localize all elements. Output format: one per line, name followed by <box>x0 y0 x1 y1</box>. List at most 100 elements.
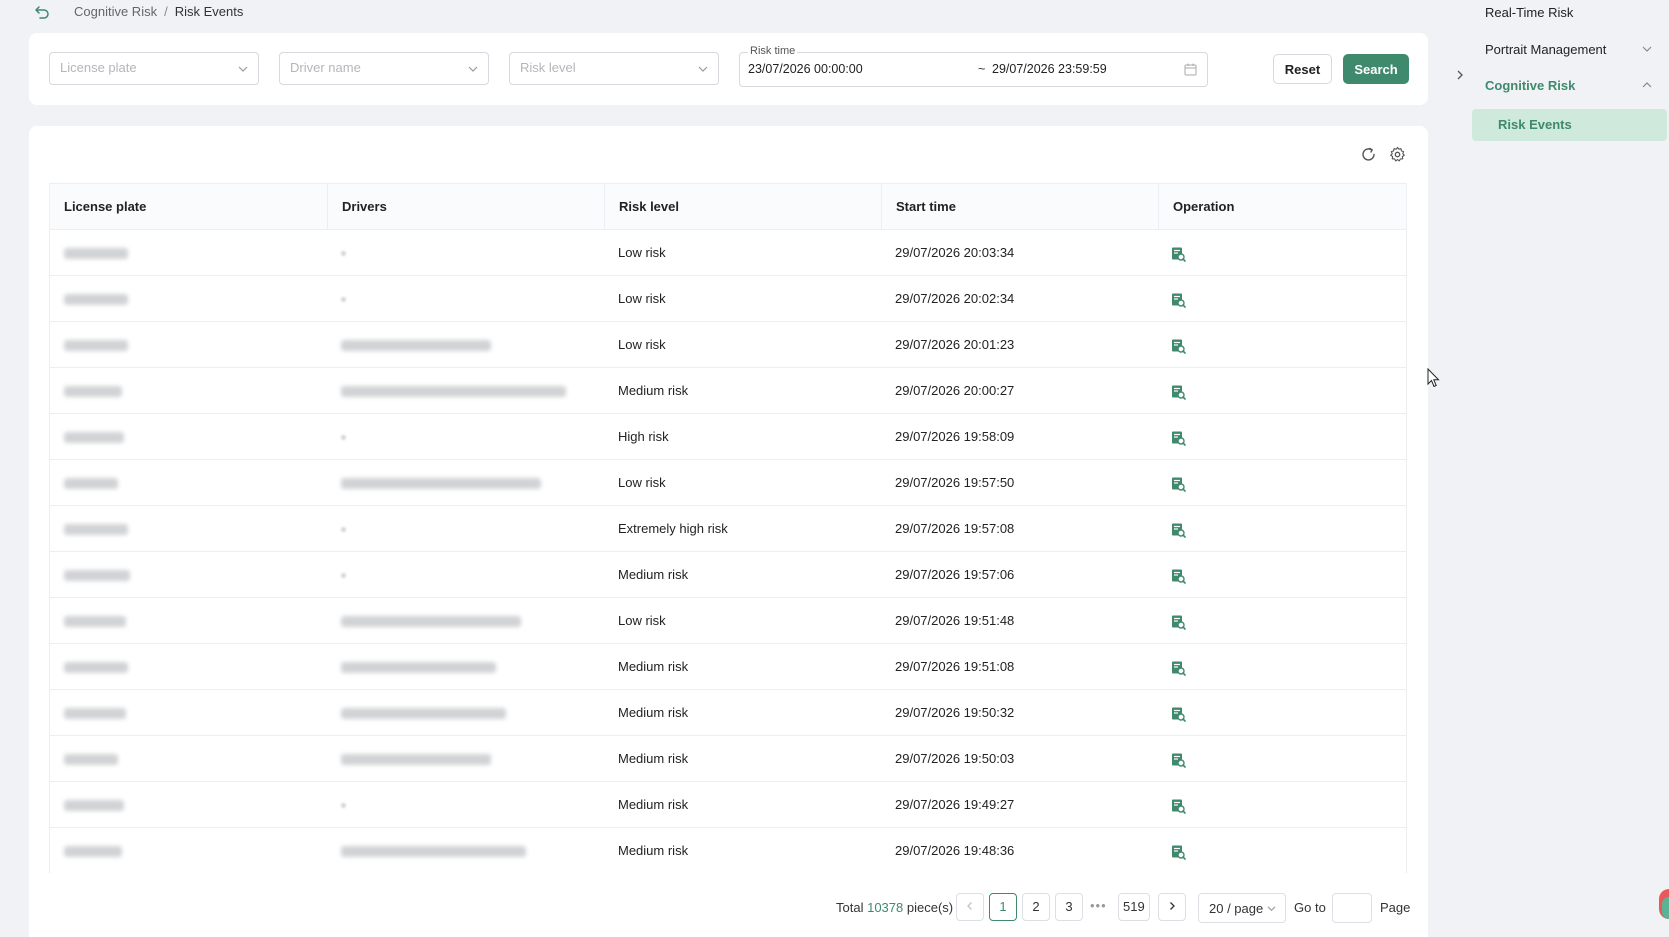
sidebar-item-risk-events[interactable]: Risk Events <box>1472 109 1667 141</box>
cell-operation <box>1158 736 1406 782</box>
sidebar-item-real-time-risk[interactable]: Real-Time Risk <box>1485 5 1573 20</box>
calendar-icon <box>1184 63 1197 76</box>
chevron-left-icon <box>967 902 972 910</box>
cell-license-plate <box>50 828 327 873</box>
pagination-ellipsis[interactable]: ••• <box>1090 898 1107 913</box>
redacted-driver-name <box>341 386 566 398</box>
view-report-icon[interactable] <box>1170 430 1186 446</box>
mouse-cursor-icon <box>1427 368 1440 388</box>
cell-start-time: 29/07/2026 19:49:27 <box>895 797 1015 812</box>
chevron-down-icon <box>1267 906 1276 912</box>
column-header-start-time: Start time <box>881 184 1158 230</box>
prev-page-button[interactable] <box>956 893 984 921</box>
risk-level-select[interactable]: Risk level <box>509 52 719 85</box>
view-report-icon[interactable] <box>1170 844 1186 860</box>
page-label: Page <box>1380 900 1411 915</box>
cell-risk-level: Medium risk <box>618 797 689 812</box>
sidebar-item-portrait-management[interactable]: Portrait Management <box>1485 42 1606 57</box>
driver-name-select[interactable]: Driver name <box>279 52 489 85</box>
cell-risk-level: Low risk <box>618 245 666 260</box>
cell-risk-level: High risk <box>618 429 669 444</box>
cell-license-plate <box>50 230 327 276</box>
gear-icon[interactable] <box>1389 146 1406 163</box>
cell-risk-level: Extremely high risk <box>618 521 728 536</box>
redacted-license-plate <box>64 662 128 674</box>
cell-risk-level: Low risk <box>618 475 666 490</box>
view-report-icon[interactable] <box>1170 568 1186 584</box>
risk-time-end-input[interactable]: 29/07/2026 23:59:59 <box>992 62 1107 76</box>
goto-page-input[interactable] <box>1332 893 1372 923</box>
license-plate-select[interactable]: License plate <box>49 52 259 85</box>
redacted-driver-empty <box>341 803 346 809</box>
cell-operation <box>1158 368 1406 414</box>
cell-start-time: 29/07/2026 19:50:03 <box>895 751 1015 766</box>
risk-time-start-input[interactable]: 23/07/2026 00:00:00 <box>748 62 863 76</box>
back-arrow-icon[interactable] <box>34 4 50 20</box>
cell-start-time: 29/07/2026 19:48:36 <box>895 843 1015 858</box>
cell-driver <box>327 552 604 598</box>
range-separator: ~ <box>978 62 986 76</box>
view-report-icon[interactable] <box>1170 522 1186 538</box>
column-header-operation: Operation <box>1158 184 1406 230</box>
breadcrumb-parent[interactable]: Cognitive Risk <box>74 4 157 19</box>
view-report-icon[interactable] <box>1170 246 1186 262</box>
top-bar: Cognitive Risk / Risk Events <box>0 0 1430 26</box>
cell-risk-level: Medium risk <box>618 705 689 720</box>
cell-driver <box>327 782 604 828</box>
redacted-license-plate <box>64 616 126 628</box>
cell-operation <box>1158 552 1406 598</box>
view-report-icon[interactable] <box>1170 338 1186 354</box>
view-report-icon[interactable] <box>1170 476 1186 492</box>
driver-name-placeholder: Driver name <box>290 60 361 75</box>
redacted-license-plate <box>64 432 124 444</box>
page-3-button[interactable]: 3 <box>1055 893 1083 921</box>
cell-start-time: 29/07/2026 19:51:48 <box>895 613 1015 628</box>
cell-license-plate <box>50 782 327 828</box>
redacted-driver-name <box>341 708 506 720</box>
table-row: Medium risk 29/07/2026 19:49:27 <box>50 782 1406 828</box>
view-report-icon[interactable] <box>1170 384 1186 400</box>
total-suffix: piece(s) <box>906 900 954 915</box>
last-page-button[interactable]: 519 <box>1118 893 1150 921</box>
next-page-button[interactable] <box>1158 893 1186 921</box>
view-report-icon[interactable] <box>1170 752 1186 768</box>
redacted-license-plate <box>64 248 128 260</box>
chevron-right-icon[interactable] <box>1452 67 1468 83</box>
cell-operation <box>1158 322 1406 368</box>
view-report-icon[interactable] <box>1170 798 1186 814</box>
cell-operation <box>1158 598 1406 644</box>
view-report-icon[interactable] <box>1170 706 1186 722</box>
page-1-button[interactable]: 1 <box>989 893 1017 921</box>
total-prefix: Total <box>836 900 864 915</box>
risk-time-label: Risk time <box>748 45 798 57</box>
chevron-down-icon <box>238 66 248 72</box>
floating-assistant-icon[interactable] <box>1659 889 1669 919</box>
cell-license-plate <box>50 368 327 414</box>
view-report-icon[interactable] <box>1170 614 1186 630</box>
risk-level-placeholder: Risk level <box>520 60 576 75</box>
page-size-select[interactable]: 20 / page <box>1198 893 1286 923</box>
refresh-icon[interactable] <box>1360 146 1377 163</box>
cell-operation <box>1158 230 1406 276</box>
cell-risk-level: Low risk <box>618 337 666 352</box>
view-report-icon[interactable] <box>1170 292 1186 308</box>
cell-driver <box>327 828 604 873</box>
cell-license-plate <box>50 460 327 506</box>
cell-license-plate <box>50 506 327 552</box>
goto-label: Go to <box>1294 900 1326 915</box>
breadcrumb: Cognitive Risk / Risk Events <box>74 4 243 19</box>
redacted-license-plate <box>64 754 118 766</box>
breadcrumb-separator: / <box>164 4 168 19</box>
cell-license-plate <box>50 552 327 598</box>
search-button[interactable]: Search <box>1343 54 1409 84</box>
page-2-button[interactable]: 2 <box>1022 893 1050 921</box>
cell-risk-level: Medium risk <box>618 843 689 858</box>
chevron-down-icon <box>468 66 478 72</box>
table-row: Low risk 29/07/2026 19:57:50 <box>50 460 1406 506</box>
cell-driver <box>327 368 604 414</box>
cell-risk-level: Low risk <box>618 613 666 628</box>
view-report-icon[interactable] <box>1170 660 1186 676</box>
risk-time-range-picker[interactable]: Risk time 23/07/2026 00:00:00 ~ 29/07/20… <box>739 45 1208 87</box>
sidebar-item-cognitive-risk[interactable]: Cognitive Risk <box>1485 78 1575 93</box>
reset-button[interactable]: Reset <box>1273 54 1332 84</box>
